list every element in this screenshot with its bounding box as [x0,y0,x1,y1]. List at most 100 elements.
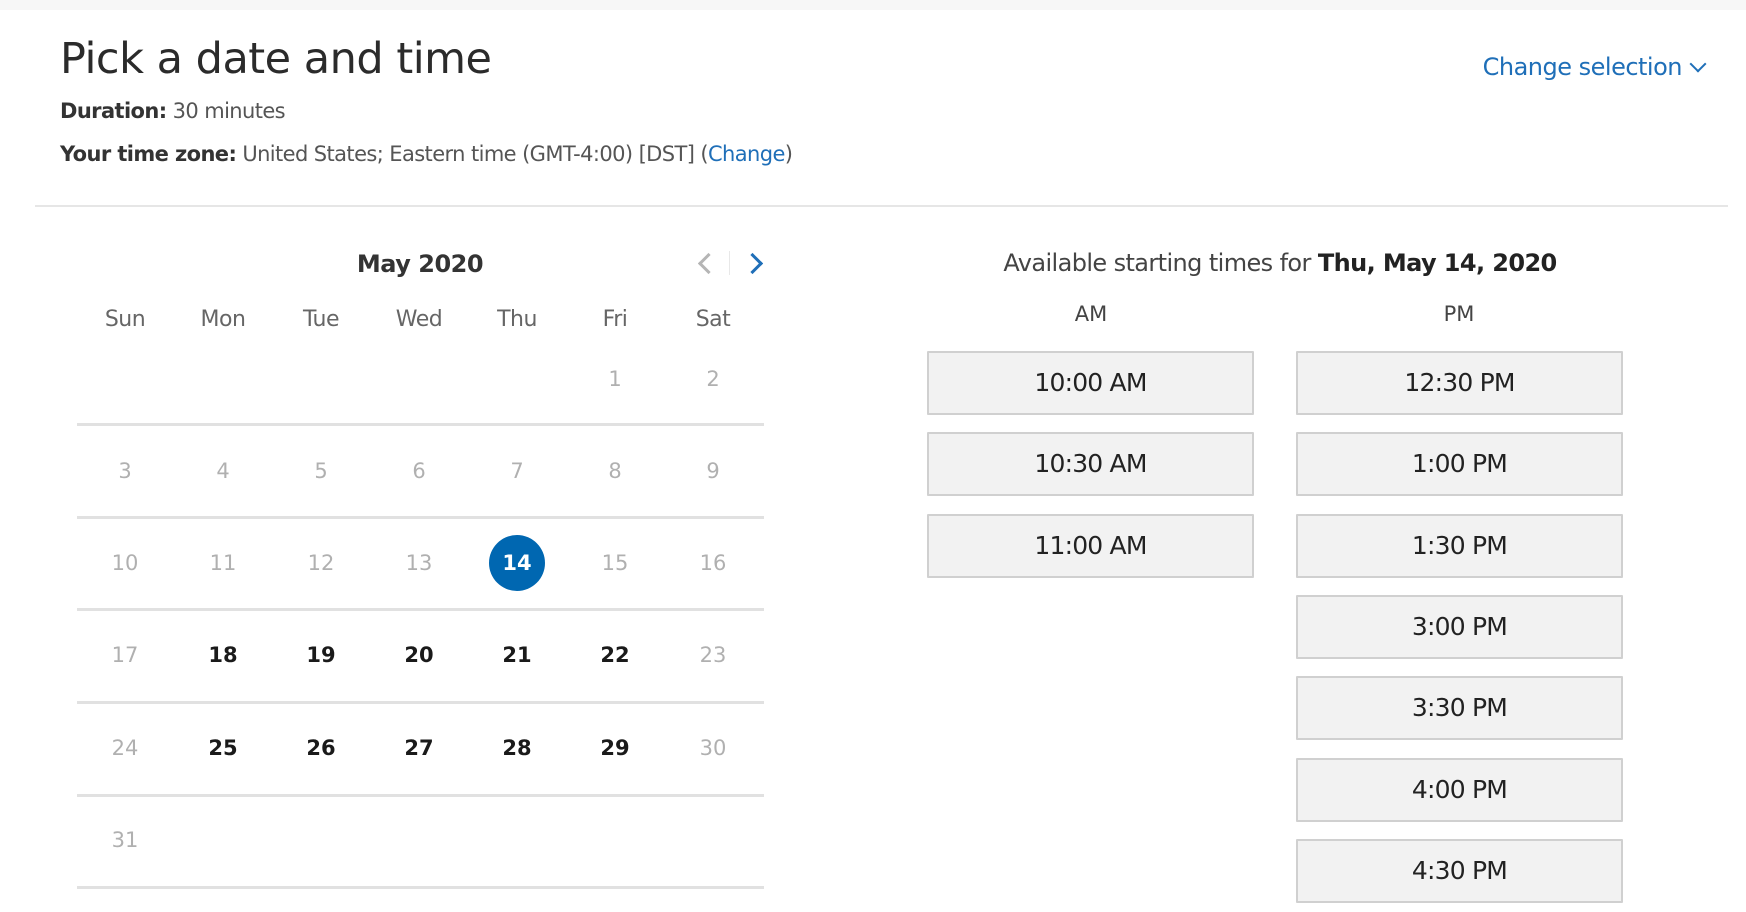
time-slot-button[interactable]: 10:00 AM [927,351,1254,415]
calendar-row-divider [77,886,764,889]
calendar-day: 11 [174,548,272,578]
page-title: Pick a date and time [60,34,492,84]
calendar-day: 23 [664,640,762,670]
available-times-header: Available starting times for Thu, May 14… [930,249,1630,277]
time-slot-button[interactable]: 12:30 PM [1296,351,1623,415]
am-column-label: AM [1074,302,1108,326]
day-number: 10 [111,551,139,575]
day-number: 12 [307,551,335,575]
calendar-day: 8 [566,456,664,486]
change-selection-button[interactable]: Change selection [1482,53,1707,81]
day-number: 3 [118,459,132,483]
weekday-thu: Thu [497,307,537,332]
day-number: 1 [608,367,622,391]
day-number: 7 [510,459,524,483]
day-number: 29 [600,736,630,760]
day-number: 9 [706,459,720,483]
time-slot-button[interactable]: 11:00 AM [927,514,1254,578]
time-slot-button[interactable]: 4:00 PM [1296,758,1623,822]
chevron-right-icon[interactable] [745,250,767,276]
duration-label: Duration: [60,99,167,123]
day-number: 4 [216,459,230,483]
calendar-row-divider [77,516,764,519]
calendar-day[interactable]: 18 [174,640,272,670]
nav-separator [729,251,730,275]
day-number: 28 [502,736,532,760]
calendar-day: 7 [468,456,566,486]
calendar-day: 17 [76,640,174,670]
day-number: 31 [111,828,139,852]
paren-close: ) [784,142,793,166]
calendar-row-divider [77,423,764,426]
weekday-fri: Fri [602,307,628,332]
calendar-day[interactable]: 22 [566,640,664,670]
day-number: 15 [601,551,629,575]
calendar-row-divider [77,701,764,704]
weekday-mon: Mon [200,307,246,332]
timezone-info: Your time zone: United States; Eastern t… [60,142,793,166]
change-selection-label: Change selection [1482,53,1683,81]
calendar-day: 24 [76,733,174,763]
calendar-day: 1 [566,364,664,394]
header-divider [35,205,1728,207]
time-slot-button[interactable]: 3:00 PM [1296,595,1623,659]
calendar-day: 9 [664,456,762,486]
day-number: 13 [405,551,433,575]
calendar-day[interactable]: 21 [468,640,566,670]
day-number: 20 [404,643,434,667]
day-number: 21 [502,643,532,667]
day-number: 6 [412,459,426,483]
time-slot-button[interactable]: 4:30 PM [1296,839,1623,903]
calendar-day: 5 [272,456,370,486]
day-number: 5 [314,459,328,483]
calendar-row-divider [77,608,764,611]
calendar-day[interactable]: 25 [174,733,272,763]
calendar-day[interactable]: 26 [272,733,370,763]
calendar-day[interactable]: 29 [566,733,664,763]
calendar-month-label: May 2020 [356,250,484,278]
day-number: 8 [608,459,622,483]
weekday-sun: Sun [104,307,146,332]
calendar-day: 30 [664,733,762,763]
selected-date: Thu, May 14, 2020 [1317,249,1557,277]
calendar-day[interactable]: 27 [370,733,468,763]
day-number: 26 [306,736,336,760]
time-slot-button[interactable]: 3:30 PM [1296,676,1623,740]
calendar-day: 16 [664,548,762,578]
calendar-day: 4 [174,456,272,486]
weekday-sat: Sat [695,307,731,332]
pm-column-label: PM [1443,302,1475,326]
calendar-day[interactable]: 20 [370,640,468,670]
calendar-day: 10 [76,548,174,578]
top-bar [0,0,1746,10]
calendar-day[interactable]: 19 [272,640,370,670]
chevron-left-icon[interactable] [695,250,717,276]
calendar-day: 6 [370,456,468,486]
day-number: 23 [699,643,727,667]
calendar-day[interactable]: 28 [468,733,566,763]
calendar-day-selected[interactable]: 14 [468,535,566,591]
day-number: 16 [699,551,727,575]
paren-open: ( [700,142,708,166]
time-slot-button[interactable]: 10:30 AM [927,432,1254,496]
day-number: 25 [208,736,238,760]
change-timezone-link[interactable]: Change [708,142,785,166]
day-number: 14 [502,551,532,575]
chevron-down-icon [1689,55,1707,73]
time-slot-button[interactable]: 1:30 PM [1296,514,1623,578]
timezone-value: United States; Eastern time (GMT-4:00) [… [242,142,695,166]
calendar-day: 12 [272,548,370,578]
day-number: 27 [404,736,434,760]
calendar-day: 3 [76,456,174,486]
timezone-label: Your time zone: [60,142,237,166]
calendar-day: 31 [76,825,174,855]
duration-info: Duration: 30 minutes [60,99,286,123]
time-slot-button[interactable]: 1:00 PM [1296,432,1623,496]
calendar-day: 15 [566,548,664,578]
day-number: 22 [600,643,630,667]
calendar-day: 2 [664,364,762,394]
day-number: 11 [209,551,237,575]
weekday-wed: Wed [395,307,443,332]
duration-value: 30 minutes [172,99,286,123]
day-number: 24 [111,736,139,760]
